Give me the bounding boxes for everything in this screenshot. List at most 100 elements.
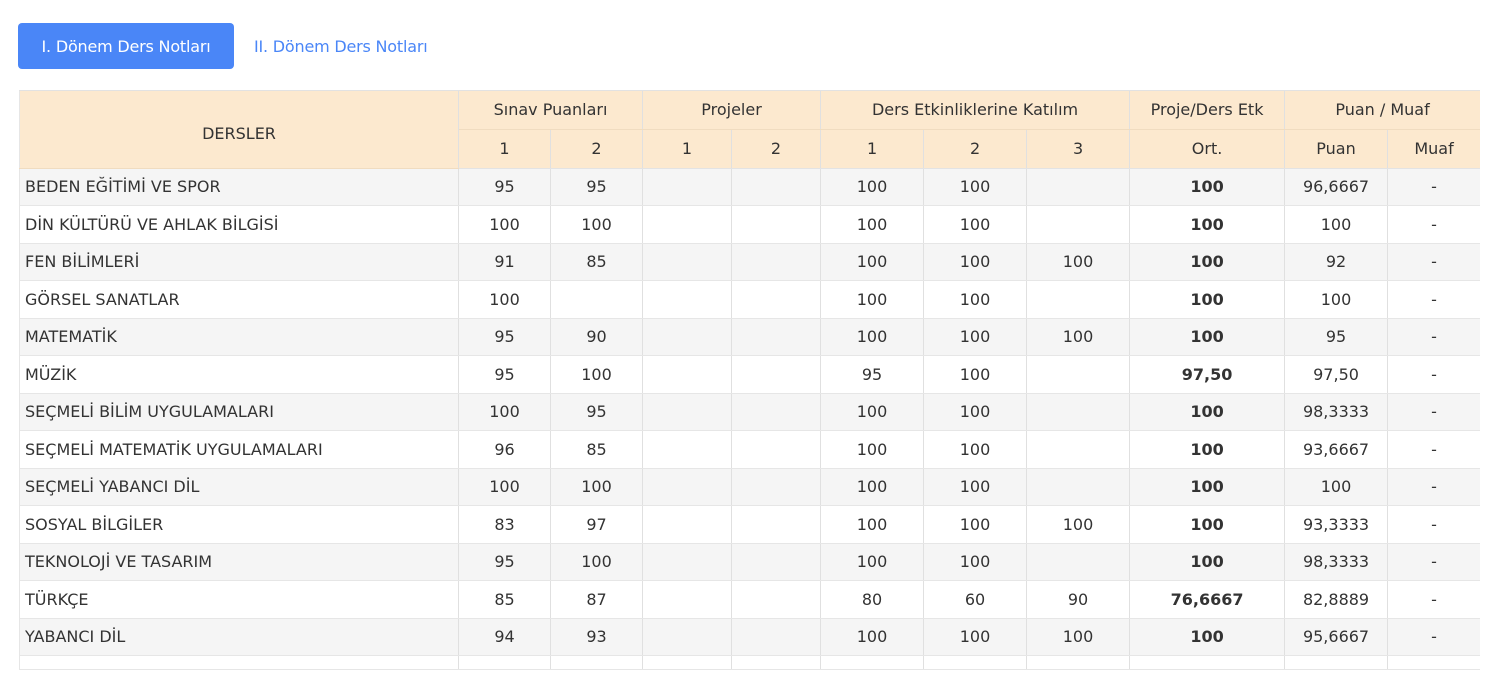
- cell-ders-name: SOSYAL BİLGİLER: [19, 505, 459, 544]
- table-row: SEÇMELİ BİLİM UYGULAMALARI 100 95 100 100 100…: [19, 393, 1480, 431]
- cell-ders-name: TEKNOLOJİ VE TASARIM: [19, 543, 459, 581]
- cell-sinav-2: 100: [550, 543, 644, 581]
- cell-etkinlik-1: 100: [820, 618, 925, 656]
- cell-sinav-1: 100: [458, 393, 551, 431]
- cell-puan: 95,6667: [1284, 618, 1389, 656]
- cell-proje-1: [642, 505, 733, 544]
- cell-proje-1: [642, 468, 733, 506]
- tab-second-term[interactable]: II. Dönem Ders Notları: [234, 23, 447, 69]
- header-puan-muaf: Puan / Muaf: [1284, 91, 1480, 130]
- cell-proje-2: [731, 618, 822, 656]
- cell-sinav-1: 100: [458, 468, 551, 506]
- cell-sinav-2: 85: [550, 430, 644, 469]
- table-row: YABANCI DİL 94 93 100 100 100 100 95,6667-: [19, 618, 1480, 656]
- grades-table-body: BEDEN EĞİTİMİ VE SPOR 95 95 100 100 100 96,666…: [19, 168, 1480, 670]
- cell-sinav-2: 100: [550, 205, 644, 244]
- cell-etkinlik-3: [1026, 468, 1131, 506]
- cell-proje-2: [731, 205, 822, 244]
- cell-etkinlik-2: 100: [923, 280, 1028, 319]
- cell-ders-name: MÜZİK: [19, 355, 459, 394]
- cell-etkinlik-1: 80: [820, 580, 925, 619]
- cell-puan: 98,3333: [1284, 543, 1389, 581]
- cell-sinav-1: 95: [458, 543, 551, 581]
- subheader-muaf: Muaf: [1387, 129, 1480, 169]
- cell-sinav-1: 95: [458, 318, 551, 356]
- empty-cell: [820, 655, 925, 670]
- table-row: MÜZİK 95 100 95 100 97,50 97,50-: [19, 355, 1480, 394]
- cell-etkinlik-1: 100: [820, 543, 925, 581]
- cell-sinav-2: 93: [550, 618, 644, 656]
- cell-proje-1: [642, 543, 733, 581]
- empty-cell: [1387, 655, 1480, 670]
- cell-etkinlik-2: 100: [923, 430, 1028, 469]
- cell-etkinlik-3: 100: [1026, 618, 1131, 656]
- cell-proje-1: [642, 430, 733, 469]
- subheader-sinav-2: 2: [550, 129, 644, 169]
- cell-sinav-1: 95: [458, 168, 551, 206]
- cell-sinav-2: 95: [550, 393, 644, 431]
- cell-proje-2: [731, 355, 822, 394]
- cell-proje-1: [642, 280, 733, 319]
- cell-etkinlik-1: 100: [820, 243, 925, 281]
- cell-sinav-1: 96: [458, 430, 551, 469]
- cell-muaf: -: [1387, 618, 1480, 656]
- cell-sinav-2: 90: [550, 318, 644, 356]
- cell-sinav-2: 95: [550, 168, 644, 206]
- table-row: BEDEN EĞİTİMİ VE SPOR 95 95 100 100 100 96,666…: [19, 168, 1480, 206]
- cell-proje-2: [731, 243, 822, 281]
- cell-puan: 100: [1284, 280, 1389, 319]
- cell-etkinlik-3: 100: [1026, 243, 1131, 281]
- cell-etkinlik-3: [1026, 430, 1131, 469]
- table-row: GÖRSEL SANATLAR 100 100 100 100 100-: [19, 280, 1480, 319]
- cell-ders-name: SEÇMELİ YABANCI DİL: [19, 468, 459, 506]
- cell-puan: 100: [1284, 205, 1389, 244]
- cell-sinav-2: 100: [550, 355, 644, 394]
- cell-etkinlik-3: [1026, 543, 1131, 581]
- empty-cell: [923, 655, 1028, 670]
- cell-ders-name: DİN KÜLTÜRÜ VE AHLAK BİLGİSİ: [19, 205, 459, 244]
- subheader-proje-2: 2: [731, 129, 822, 169]
- cell-ders-name: TÜRKÇE: [19, 580, 459, 619]
- cell-etkinlik-1: 95: [820, 355, 925, 394]
- cell-proje-2: [731, 393, 822, 431]
- cell-etkinlik-1: 100: [820, 280, 925, 319]
- cell-ortalama: 100: [1129, 280, 1286, 319]
- cell-muaf: -: [1387, 243, 1480, 281]
- cell-proje-2: [731, 543, 822, 581]
- cell-etkinlik-2: 100: [923, 355, 1028, 394]
- cell-puan: 97,50: [1284, 355, 1389, 394]
- table-row: SOSYAL BİLGİLER 83 97 100 100 100 100 93,3333-: [19, 505, 1480, 544]
- cell-etkinlik-2: 100: [923, 393, 1028, 431]
- cell-sinav-1: 95: [458, 355, 551, 394]
- cell-etkinlik-3: [1026, 355, 1131, 394]
- cell-sinav-1: 100: [458, 280, 551, 319]
- cell-proje-1: [642, 618, 733, 656]
- cell-puan: 93,3333: [1284, 505, 1389, 544]
- cell-muaf: -: [1387, 318, 1480, 356]
- cell-etkinlik-1: 100: [820, 430, 925, 469]
- cell-puan: 100: [1284, 468, 1389, 506]
- cell-muaf: -: [1387, 168, 1480, 206]
- tab-first-term[interactable]: I. Dönem Ders Notları: [18, 23, 234, 69]
- cell-sinav-1: 100: [458, 205, 551, 244]
- cell-etkinlik-2: 100: [923, 468, 1028, 506]
- cell-puan: 96,6667: [1284, 168, 1389, 206]
- cell-proje-1: [642, 580, 733, 619]
- cell-muaf: -: [1387, 543, 1480, 581]
- cell-etkinlik-2: 100: [923, 318, 1028, 356]
- header-proje-ders-etk: Proje/Ders Etk: [1129, 91, 1286, 130]
- cell-proje-2: [731, 168, 822, 206]
- cell-sinav-2: 87: [550, 580, 644, 619]
- table-row-partial: [19, 655, 1480, 670]
- cell-proje-1: [642, 355, 733, 394]
- cell-etkinlik-3: [1026, 168, 1131, 206]
- cell-muaf: -: [1387, 430, 1480, 469]
- cell-etkinlik-3: 100: [1026, 505, 1131, 544]
- cell-etkinlik-3: [1026, 393, 1131, 431]
- header-projeler: Projeler: [642, 91, 822, 130]
- header-dersler: DERSLER: [19, 91, 459, 169]
- cell-etkinlik-2: 60: [923, 580, 1028, 619]
- cell-etkinlik-1: 100: [820, 393, 925, 431]
- cell-ders-name: SEÇMELİ BİLİM UYGULAMALARI: [19, 393, 459, 431]
- cell-etkinlik-3: [1026, 280, 1131, 319]
